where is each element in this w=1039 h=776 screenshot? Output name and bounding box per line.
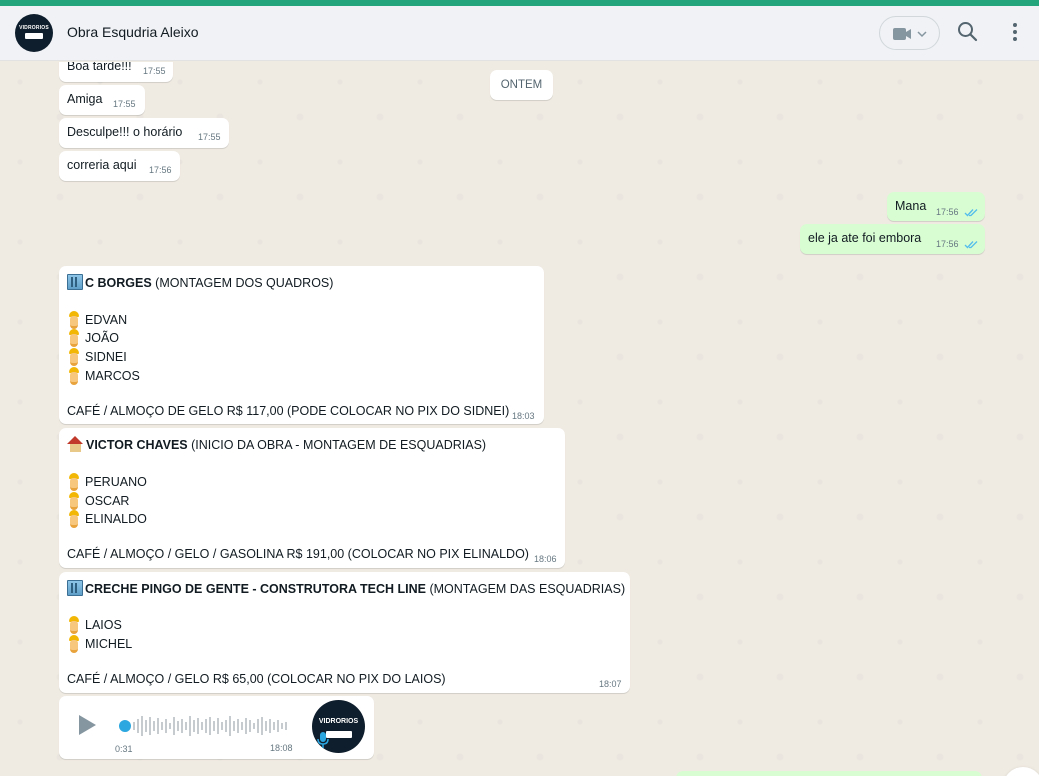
message-incoming[interactable]: CRECHE PINGO DE GENTE - CONSTRUTORA TECH… [59,572,630,693]
worker-name: JOÃO [85,331,120,345]
chat-header: VIDRORIOS Obra Esqudria Aleixo [0,6,1039,61]
message-title: CRECHE PINGO DE GENTE - CONSTRUTORA TECH… [67,580,625,596]
construction-worker-icon [67,473,81,491]
avatar-brand: VIDRORIOS [19,25,49,31]
message-footer: CAFÉ / ALMOÇO DE GELO R$ 117,00 (PODE CO… [67,404,510,418]
worker-name: LAIOS [85,618,122,632]
avatar-tag [25,33,43,39]
message-incoming[interactable]: Boa tarde!!! 17:55 [59,62,173,82]
office-building-icon [67,274,83,290]
scroll-down-button[interactable] [1003,767,1039,776]
worker-item: MARCOS [67,367,140,385]
office-building-icon [67,580,83,596]
message-title: VICTOR CHAVES (INICIO DA OBRA - MONTAGEM… [67,436,486,452]
worker-item: SIDNEI [67,348,127,366]
video-call-button[interactable] [879,16,940,50]
worker-name: OSCAR [85,494,130,508]
worker-name: PERUANO [85,475,147,489]
message-outgoing[interactable]: Mana 17:56 [887,192,985,221]
message-text: Mana [895,199,927,213]
message-outgoing[interactable]: ele ja ate foi embora 17:56 [800,224,985,254]
message-footer: CAFÉ / ALMOÇO / GELO / GASOLINA R$ 191,0… [67,547,529,561]
construction-worker-icon [67,311,81,329]
message-title: C BORGES (MONTAGEM DOS QUADROS) [67,274,333,290]
message-footer: CAFÉ / ALMOÇO / GELO R$ 65,00 (COLOCAR N… [67,672,446,686]
worker-item: JOÃO [67,329,120,347]
message-incoming[interactable]: VICTOR CHAVES (INICIO DA OBRA - MONTAGEM… [59,428,565,568]
message-title-rest: (INICIO DA OBRA - MONTAGEM DE ESQUADRIAS… [191,438,487,452]
worker-name: MICHEL [85,637,133,651]
message-time: 17:56 [936,239,978,249]
construction-worker-icon [67,348,81,366]
message-outgoing-partial[interactable] [676,771,982,776]
audio-scrubber-handle[interactable] [119,720,131,732]
menu-button[interactable] [1005,21,1025,43]
message-text: Boa tarde!!! [67,62,132,73]
message-time: 18:03 [512,411,535,421]
message-title-bold: C BORGES [85,276,152,290]
message-title-rest: (MONTAGEM DAS ESQUADRIAS) [429,582,626,596]
audio-waveform[interactable] [131,713,291,739]
construction-worker-icon [67,635,81,653]
date-chip: ONTEM [490,70,553,100]
worker-item: MICHEL [67,635,133,653]
construction-worker-icon [67,329,81,347]
audio-duration: 0:31 [115,744,133,754]
message-title-bold: CRECHE PINGO DE GENTE - CONSTRUTORA TECH… [85,582,426,596]
message-time: 17:55 [113,99,136,109]
message-text: correria aqui [67,158,137,172]
message-incoming[interactable]: Amiga 17:55 [59,85,145,115]
message-text: Desculpe!!! o horário [67,125,183,139]
worker-name: MARCOS [85,369,140,383]
construction-worker-icon [67,492,81,510]
more-vertical-icon [1013,23,1017,41]
construction-worker-icon [67,616,81,634]
construction-worker-icon [67,510,81,528]
worker-item: OSCAR [67,492,130,510]
house-icon [67,436,84,452]
message-time-label: 17:56 [936,239,959,249]
chat-title[interactable]: Obra Esqudria Aleixo [67,24,199,40]
message-time: 17:56 [936,207,978,217]
message-time: 18:06 [534,554,557,564]
worker-name: ELINALDO [85,512,147,526]
message-time: 17:55 [198,132,221,142]
group-avatar[interactable]: VIDRORIOS [15,14,53,52]
video-camera-icon [893,28,927,40]
worker-item: EDVAN [67,311,128,329]
message-time: 18:08 [270,743,293,753]
message-time: 17:56 [149,165,172,175]
voice-message[interactable]: 0:31 18:08 VIDRORIOS [59,696,374,759]
worker-item: PERUANO [67,473,147,491]
construction-worker-icon [67,367,81,385]
message-incoming[interactable]: correria aqui 17:56 [59,151,180,181]
message-incoming[interactable]: C BORGES (MONTAGEM DOS QUADROS) EDVAN JO… [59,266,544,424]
worker-name: SIDNEI [85,350,127,364]
message-text: ele ja ate foi embora [808,231,922,245]
worker-item: ELINALDO [67,510,147,528]
double-check-icon [964,241,978,249]
message-incoming[interactable]: Desculpe!!! o horário 17:55 [59,118,229,148]
search-icon [958,22,978,42]
message-title-bold: VICTOR CHAVES [86,438,188,452]
microphone-icon [317,732,329,748]
message-time-label: 17:56 [936,207,959,217]
message-text: Amiga [67,92,103,106]
message-time: 17:55 [143,66,166,76]
chat-area[interactable]: ONTEM Boa tarde!!! 17:55 Amiga 17:55 Des… [0,62,1039,776]
message-time: 18:07 [599,679,622,689]
search-button[interactable] [957,21,979,43]
worker-item: LAIOS [67,616,122,634]
avatar-brand: VIDRORIOS [318,718,359,725]
play-icon[interactable] [79,715,96,735]
double-check-icon [964,209,978,217]
worker-name: EDVAN [85,313,128,327]
message-title-rest: (MONTAGEM DOS QUADROS) [155,276,334,290]
